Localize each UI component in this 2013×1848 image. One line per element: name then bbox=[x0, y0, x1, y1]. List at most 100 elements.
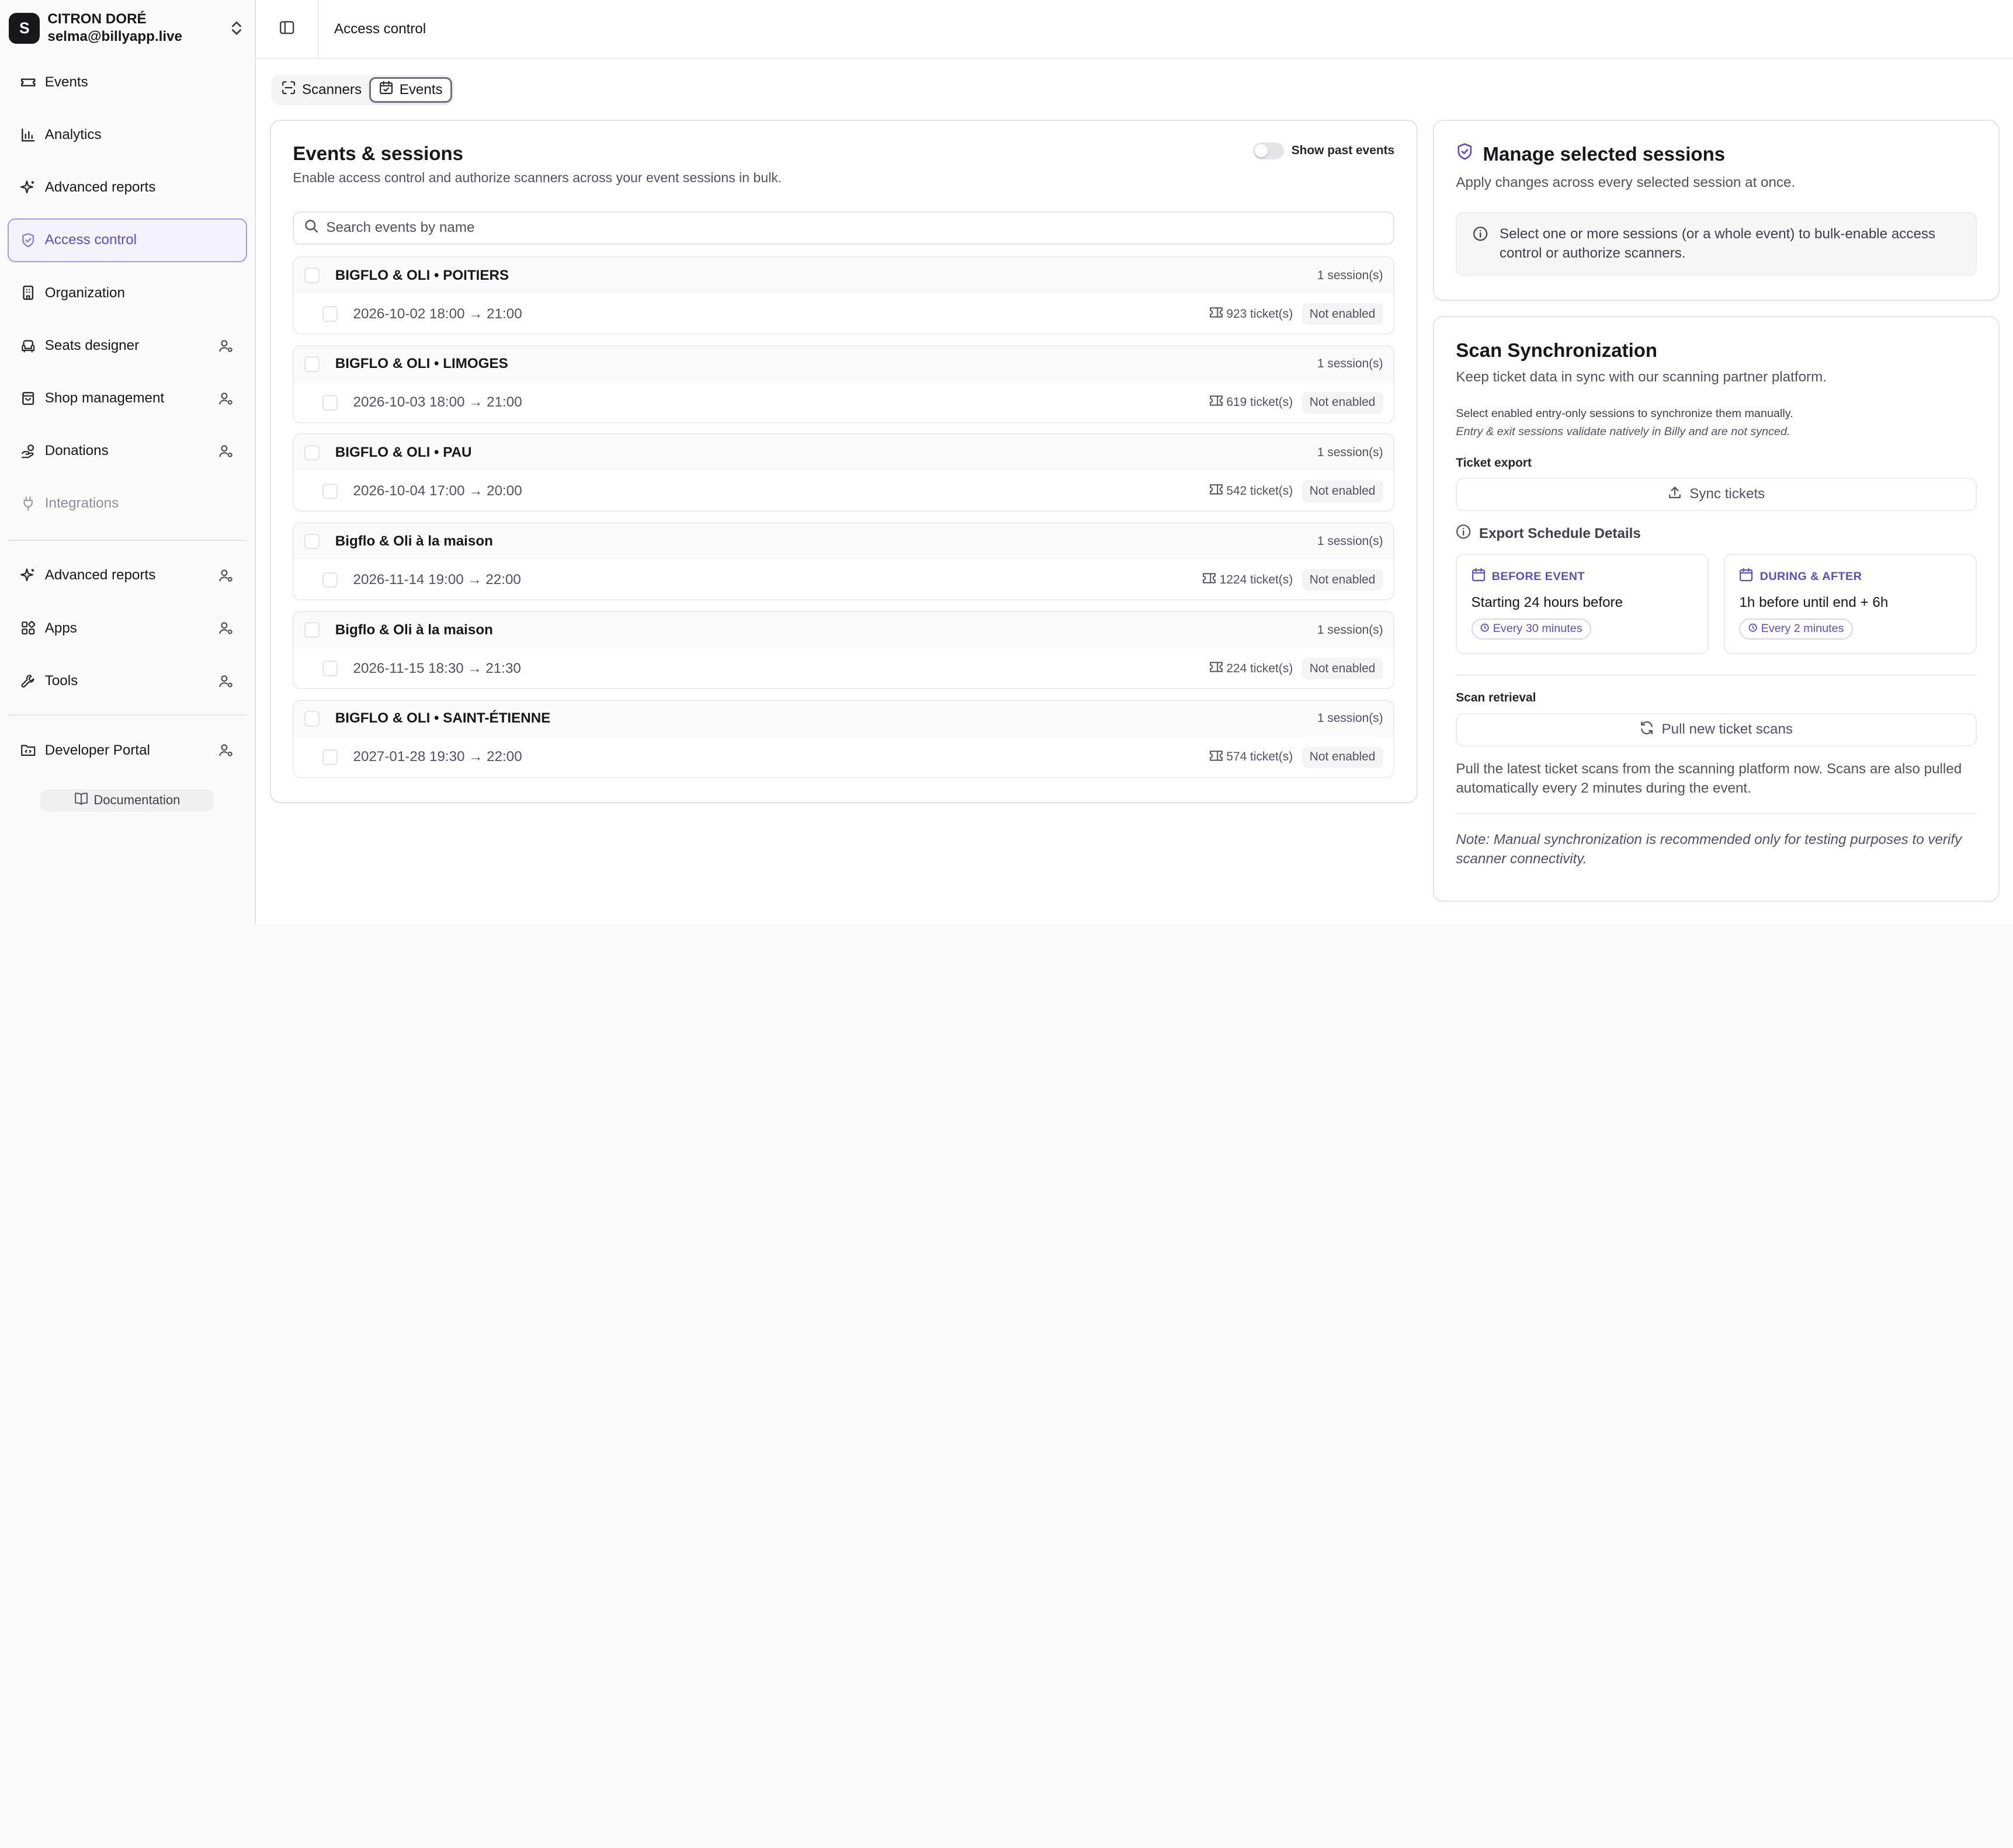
ticket-icon bbox=[1209, 395, 1227, 410]
ticket-count-label: 1224 ticket(s) bbox=[1219, 572, 1293, 586]
schedule-before-frequency: Every 30 minutes bbox=[1493, 622, 1582, 635]
sidebar-item-advanced-reports[interactable]: Advanced reports bbox=[8, 166, 247, 210]
calendar-icon bbox=[1471, 568, 1492, 585]
event-checkbox[interactable] bbox=[304, 622, 320, 638]
search-box bbox=[293, 211, 1395, 245]
search-input[interactable] bbox=[326, 220, 1383, 237]
event-checkbox[interactable] bbox=[304, 444, 320, 461]
pull-scans-description: Pull the latest ticket scans from the sc… bbox=[1456, 760, 1962, 796]
bar-chart-icon bbox=[19, 126, 37, 144]
org-text: CITRON DORÉ selma@billyapp.live bbox=[47, 11, 227, 47]
event-checkbox[interactable] bbox=[304, 356, 320, 372]
session-date: 2026-11-14 19:00 → 22:00 bbox=[353, 571, 521, 588]
status-badge: Not enabled bbox=[1301, 569, 1383, 591]
schedule-during-frequency: Every 2 minutes bbox=[1761, 622, 1844, 635]
code-folder-icon bbox=[19, 741, 37, 759]
event-header: Bigflo & Oli à la maison 1 session(s) bbox=[294, 523, 1394, 560]
pull-scans-label: Pull new ticket scans bbox=[1661, 721, 1793, 738]
event-checkbox[interactable] bbox=[304, 711, 320, 727]
session-count: 1 session(s) bbox=[1317, 446, 1383, 460]
sidebar-item-label: Analytics bbox=[44, 126, 102, 143]
event-item: BIGFLO & OLI • PAU 1 session(s) 2026-10-… bbox=[293, 433, 1395, 512]
session-count: 1 session(s) bbox=[1317, 711, 1383, 725]
documentation-button[interactable]: Documentation bbox=[40, 788, 214, 812]
session-count: 1 session(s) bbox=[1317, 268, 1383, 282]
event-item: Bigflo & Oli à la maison 1 session(s) 20… bbox=[293, 522, 1395, 601]
session-row: 2026-11-15 18:30 → 21:30 224 ticket(s) N… bbox=[294, 648, 1393, 688]
scan-icon bbox=[282, 81, 302, 99]
manage-card-title: Manage selected sessions bbox=[1483, 143, 1726, 165]
panel-left-icon bbox=[279, 18, 294, 41]
session-checkbox[interactable] bbox=[322, 483, 338, 499]
session-checkbox[interactable] bbox=[322, 395, 338, 411]
sidebar-divider bbox=[8, 539, 247, 541]
event-name: BIGFLO & OLI • PAU bbox=[335, 444, 472, 461]
shopping-bag-icon bbox=[19, 390, 37, 408]
sidebar-item-organization[interactable]: Organization bbox=[8, 271, 247, 315]
upload-icon bbox=[1668, 485, 1689, 503]
book-open-icon bbox=[74, 792, 93, 808]
refresh-icon bbox=[1640, 721, 1661, 739]
event-name: BIGFLO & OLI • POITIERS bbox=[335, 267, 509, 283]
sidebar-item-donations[interactable]: Donations bbox=[8, 429, 247, 473]
sync-tickets-label: Sync tickets bbox=[1689, 486, 1765, 502]
sidebar-item-shop-management[interactable]: Shop management bbox=[8, 377, 247, 421]
session-checkbox[interactable] bbox=[322, 661, 338, 676]
org-switcher[interactable]: S CITRON DORÉ selma@billyapp.live bbox=[0, 0, 255, 57]
ticket-count: 923 ticket(s) bbox=[1209, 307, 1293, 322]
calendar-icon bbox=[1739, 568, 1759, 585]
tab-events[interactable]: Events bbox=[369, 77, 452, 103]
breadcrumb: Access control bbox=[334, 20, 426, 37]
tab-scanners[interactable]: Scanners bbox=[274, 77, 370, 103]
ticket-icon bbox=[1209, 484, 1227, 499]
sidebar-item-developer-portal[interactable]: Developer Portal bbox=[8, 728, 247, 772]
session-checkbox[interactable] bbox=[322, 306, 338, 322]
event-item: BIGFLO & OLI • POITIERS 1 session(s) 202… bbox=[293, 256, 1395, 335]
ticket-icon bbox=[1203, 572, 1220, 588]
ticket-count-label: 542 ticket(s) bbox=[1226, 484, 1293, 498]
shield-check-icon bbox=[1456, 143, 1483, 166]
sidebar-item-integrations[interactable]: Integrations bbox=[8, 482, 247, 526]
sidebar-item-events[interactable]: Events bbox=[8, 60, 247, 104]
sidebar-developer-nav: Developer Portal bbox=[0, 728, 255, 781]
sidebar-item-apps[interactable]: Apps bbox=[8, 606, 247, 650]
sidebar-item-access-control[interactable]: Access control bbox=[8, 218, 247, 262]
schedule-during-chip: Every 2 minutes bbox=[1739, 618, 1853, 640]
user-cog-icon bbox=[217, 390, 235, 408]
sidebar-item-label: Tools bbox=[44, 672, 78, 689]
events-card-title: Events & sessions bbox=[293, 142, 464, 164]
event-checkbox[interactable] bbox=[304, 268, 320, 283]
sidebar-item-analytics[interactable]: Analytics bbox=[8, 113, 247, 157]
session-checkbox[interactable] bbox=[322, 749, 338, 765]
scan-sync-card: Scan Synchronization Keep ticket data in… bbox=[1432, 316, 2000, 902]
tab-label: Scanners bbox=[301, 81, 362, 98]
shield-check-icon bbox=[19, 231, 37, 249]
ticket-icon bbox=[1209, 661, 1227, 676]
sidebar-item-seats-designer[interactable]: Seats designer bbox=[8, 324, 247, 367]
session-row: 2026-10-04 17:00 → 20:00 542 ticket(s) N… bbox=[294, 471, 1393, 511]
event-item: BIGFLO & OLI • SAINT-ÉTIENNE 1 session(s… bbox=[293, 699, 1395, 778]
main-area: Access control Scanners Events Events & … bbox=[255, 0, 2013, 924]
sidebar-item-label: Donations bbox=[44, 443, 109, 459]
sidebar-item-label: Shop management bbox=[44, 390, 165, 406]
sidebar-item-label: Advanced reports bbox=[44, 567, 156, 583]
wrench-icon bbox=[19, 672, 37, 690]
status-badge: Not enabled bbox=[1301, 746, 1383, 769]
status-badge: Not enabled bbox=[1301, 480, 1383, 502]
sync-tickets-button[interactable]: Sync tickets bbox=[1456, 477, 1977, 512]
sidebar-item-tools[interactable]: Tools bbox=[8, 659, 247, 703]
ticket-count: 1224 ticket(s) bbox=[1203, 572, 1293, 588]
session-row: 2026-11-14 19:00 → 22:00 1224 ticket(s) … bbox=[294, 560, 1393, 600]
show-past-events-toggle[interactable]: Show past events bbox=[1252, 142, 1394, 159]
sidebar-item-advanced-reports-admin[interactable]: Advanced reports bbox=[8, 554, 247, 598]
schedule-during-desc: 1h before until end + 6h bbox=[1739, 594, 1889, 610]
event-checkbox[interactable] bbox=[304, 533, 320, 550]
session-checkbox[interactable] bbox=[322, 572, 338, 588]
show-past-switch[interactable] bbox=[1252, 142, 1284, 159]
pull-scans-button[interactable]: Pull new ticket scans bbox=[1456, 713, 1977, 746]
sidebar-divider bbox=[8, 714, 247, 716]
chevrons-up-down-icon bbox=[228, 19, 246, 37]
sidebar-toggle-button[interactable] bbox=[256, 0, 319, 59]
sidebar-item-label: Integrations bbox=[44, 495, 119, 512]
app-root: S CITRON DORÉ selma@billyapp.live Events… bbox=[0, 0, 2013, 924]
